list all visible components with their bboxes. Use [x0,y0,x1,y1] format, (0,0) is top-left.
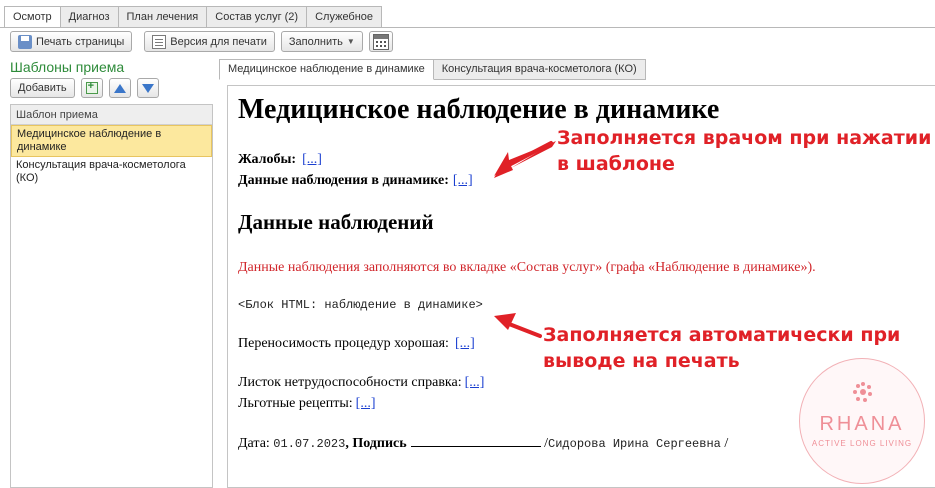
move-down-button[interactable] [136,78,159,98]
sick-leave-line: Листок нетрудоспособности справка: [...] [238,375,484,391]
sick-leave-link[interactable]: [...] [465,375,485,390]
annotation-top-line1: Заполняется врачом при нажатии [557,127,932,149]
print-page-label: Печать страницы [36,35,125,48]
calendar-button[interactable] [368,31,393,52]
document-icon [152,34,167,49]
templates-buttons: Добавить [10,78,213,98]
rhana-watermark: RHANA ACTIVE LONG LIVING [799,358,925,484]
add-item-icon [85,80,98,94]
complaints-label: Жалобы: [238,152,297,167]
tab-divider [0,27,935,28]
tab-osmotr[interactable]: Осмотр [4,6,61,28]
tolerance-link[interactable]: [...] [455,336,475,351]
print-version-label: Версия для печати [170,35,267,48]
annotation-top-line2: в шаблоне [557,153,675,175]
section-note: Данные наблюдения заполняются во вкладке… [238,260,816,275]
complaints-link[interactable]: [...] [302,152,322,167]
prescriptions-line: Льготные рецепты: [...] [238,396,375,412]
arrow-up-icon [113,83,126,93]
tab-sluzhebnoe[interactable]: Служебное [307,6,383,28]
top-tab-bar: Осмотр Диагноз План лечения Состав услуг… [4,6,383,28]
fill-dropdown-button[interactable]: Заполнить ▼ [280,31,363,52]
dynamics-label: Данные наблюдения в динамике: [238,173,449,188]
signature-line: Дата: 01.07.2023, Подпись /Сидорова Ирин… [238,435,728,452]
tab-sostav-uslug[interactable]: Состав услуг (2) [207,6,308,28]
date-value: 01.07.2023 [273,437,346,451]
tab-diagnoz[interactable]: Диагноз [60,6,119,28]
signature-blank [410,435,541,447]
toolbar: Печать страницы Версия для печати Заполн… [10,31,393,52]
tab-plan-lecheniya[interactable]: План лечения [118,6,208,28]
watermark-tagline: ACTIVE LONG LIVING [811,439,913,448]
tolerance-label: Переносимость процедур хорошая: [238,336,449,351]
annotation-top: Заполняется врачом при нажатии в шаблоне [557,125,931,177]
complaints-line: Жалобы: [...] [238,152,322,168]
slash-right: / [724,436,729,451]
chevron-down-icon: ▼ [346,37,355,46]
list-item[interactable]: Медицинское наблюдение в динамике [11,125,212,157]
watermark-name: RHANA [819,413,905,435]
section-title: Данные наблюдений [238,210,434,234]
printer-icon [18,34,32,49]
tab-konsultaciya[interactable]: Консультация врача-косметолога (КО) [433,59,646,80]
fill-label: Заполнить [288,35,343,48]
list-item[interactable]: Консультация врача-косметолога (КО) [11,157,212,187]
templates-list: Шаблон приема Медицинское наблюдение в д… [10,104,213,488]
print-page-button[interactable]: Печать страницы [10,31,133,52]
date-label: Дата: [238,436,270,451]
add-item-button[interactable] [80,78,103,98]
html-block-placeholder: <Блок HTML: наблюдение в динамике> [238,298,483,312]
rhana-logo-icon [853,382,872,402]
add-template-button[interactable]: Добавить [10,78,75,98]
templates-title: Шаблоны приема [10,59,125,75]
dynamics-line: Данные наблюдения в динамике: [...] [238,173,473,189]
prescriptions-link[interactable]: [...] [356,396,376,411]
signature-label: , Подпись [345,436,407,451]
templates-panel: Шаблоны приема Добавить Шаблон приема Ме… [10,58,213,488]
tolerance-line: Переносимость процедур хорошая: [...] [238,336,475,352]
annotation-bottom-line1: Заполняется автоматически при [543,324,901,346]
inner-tab-bar: Медицинское наблюдение в динамике Консул… [219,59,646,80]
doctor-name: Сидорова Ирина Сергеевна [548,437,721,451]
tab-med-nablyudenie[interactable]: Медицинское наблюдение в динамике [219,59,434,80]
calendar-icon [372,33,389,50]
sick-leave-label: Листок нетрудоспособности справка: [238,375,462,390]
arrow-down-icon [141,83,154,93]
document-title: Медицинское наблюдение в динамике [238,94,720,125]
dynamics-link[interactable]: [...] [453,173,473,188]
move-up-button[interactable] [108,78,131,98]
prescriptions-label: Льготные рецепты: [238,396,353,411]
templates-column-header: Шаблон приема [11,105,212,125]
print-version-button[interactable]: Версия для печати [144,31,275,52]
